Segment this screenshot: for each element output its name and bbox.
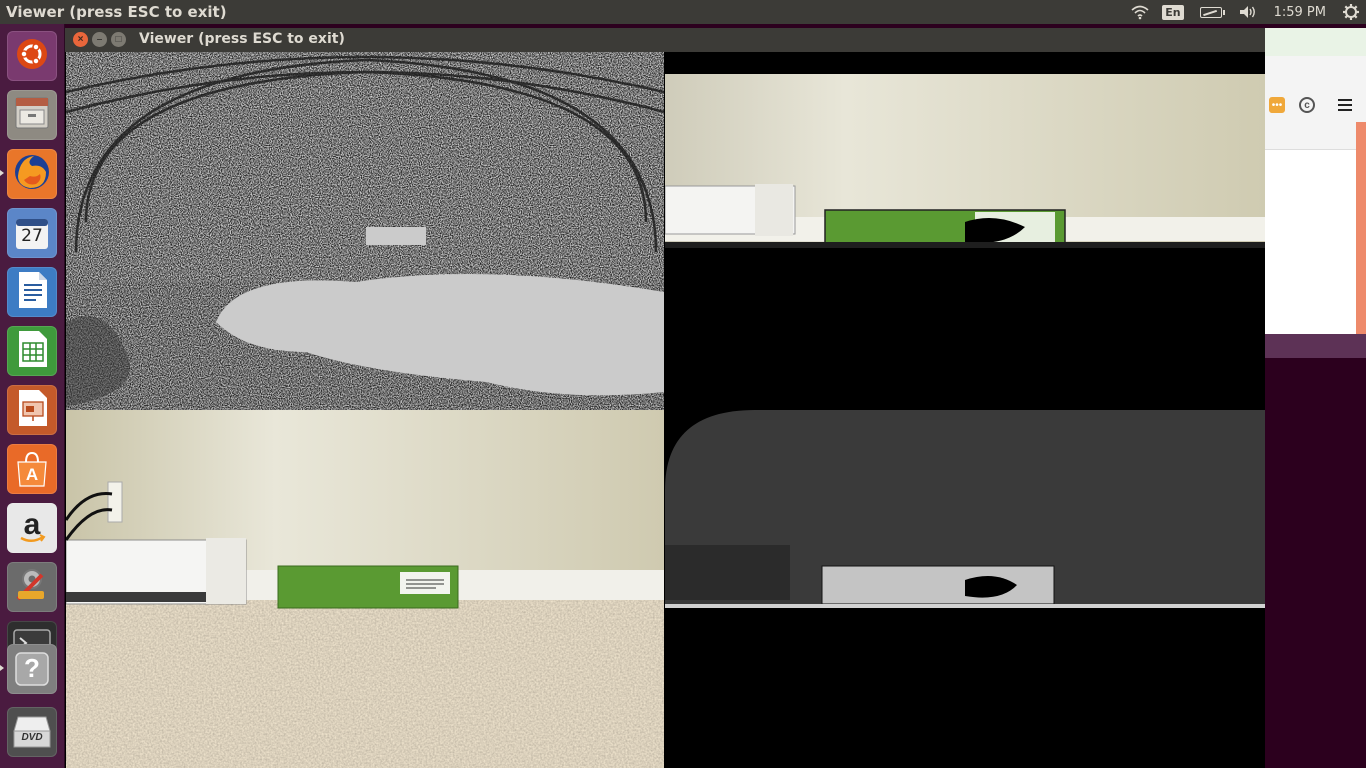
launcher-item-writer[interactable] — [7, 267, 57, 317]
launcher-item-software-center[interactable]: A — [7, 444, 57, 494]
viewer-titlebar[interactable]: × – □ Viewer (press ESC to exit) — [65, 28, 1265, 52]
amazon-icon: a — [14, 508, 50, 546]
keyboard-language-icon[interactable]: En — [1156, 0, 1189, 24]
dvd-drive-icon: DVD — [12, 713, 52, 751]
spreadsheet-icon — [15, 329, 49, 374]
clock[interactable]: 1:59 PM — [1264, 0, 1336, 24]
depth-grayscale-view — [665, 410, 1265, 768]
maximize-button[interactable]: □ — [111, 32, 126, 47]
refresh-extension-icon[interactable]: c — [1299, 97, 1315, 113]
background-tab-strip — [1265, 28, 1366, 56]
launcher-item-calendar[interactable]: 27 — [7, 208, 57, 258]
viewer-title: Viewer (press ESC to exit) — [139, 31, 345, 47]
active-window-title: Viewer (press ESC to exit) — [6, 3, 227, 21]
close-icon: × — [77, 33, 84, 45]
hamburger-menu-icon[interactable] — [1337, 97, 1353, 113]
help-label: ? — [24, 653, 40, 683]
launcher: 27 A a ? DVD — [0, 24, 65, 768]
launcher-item-settings[interactable] — [7, 562, 57, 612]
ubuntu-logo-icon — [15, 37, 49, 76]
file-cabinet-icon — [12, 94, 52, 137]
close-button[interactable]: × — [73, 32, 88, 47]
firefox-icon — [12, 152, 52, 197]
background-browser-window[interactable]: ••• c — [1265, 28, 1366, 358]
help-icon: ? — [14, 651, 50, 687]
background-toolbar: ••• c — [1265, 56, 1366, 150]
launcher-item-amazon[interactable]: a — [7, 503, 57, 553]
launcher-item-help[interactable]: ? — [7, 644, 57, 694]
shopping-bag-icon: A — [14, 450, 50, 488]
extension-icon[interactable]: ••• — [1269, 97, 1285, 113]
registered-depth-noise-view — [66, 52, 664, 410]
minimize-button[interactable]: – — [92, 32, 107, 47]
settings-tools-icon — [12, 565, 52, 610]
viewer-window[interactable]: × – □ Viewer (press ESC to exit) — [65, 28, 1265, 768]
language-label: En — [1162, 4, 1184, 20]
launcher-item-files[interactable] — [7, 90, 57, 140]
background-page-accent — [1356, 122, 1366, 334]
maximize-icon: □ — [115, 33, 122, 45]
wifi-icon[interactable] — [1124, 0, 1156, 24]
rgb-camera-view — [66, 410, 664, 768]
masked-color-view — [665, 52, 1265, 410]
document-icon — [15, 270, 49, 315]
launcher-item-firefox[interactable] — [7, 149, 57, 199]
volume-icon[interactable] — [1232, 0, 1264, 24]
launcher-item-calc[interactable] — [7, 326, 57, 376]
calendar-day-label: 27 — [21, 226, 43, 246]
indicator-area: En 1:59 PM — [1124, 0, 1366, 24]
launcher-item-dvd[interactable]: DVD — [7, 707, 57, 757]
software-center-label: A — [25, 465, 39, 484]
launcher-item-impress[interactable] — [7, 385, 57, 435]
minimize-icon: – — [96, 33, 103, 45]
presentation-icon — [15, 388, 49, 433]
dvd-label: DVD — [21, 732, 43, 743]
background-status-strip — [1265, 334, 1366, 358]
battery-icon[interactable] — [1190, 0, 1232, 24]
system-gear-icon[interactable] — [1336, 0, 1366, 24]
calendar-icon: 27 — [14, 215, 50, 251]
launcher-item-dash[interactable] — [7, 31, 57, 81]
top-panel: Viewer (press ESC to exit) En 1:59 PM — [0, 0, 1366, 24]
